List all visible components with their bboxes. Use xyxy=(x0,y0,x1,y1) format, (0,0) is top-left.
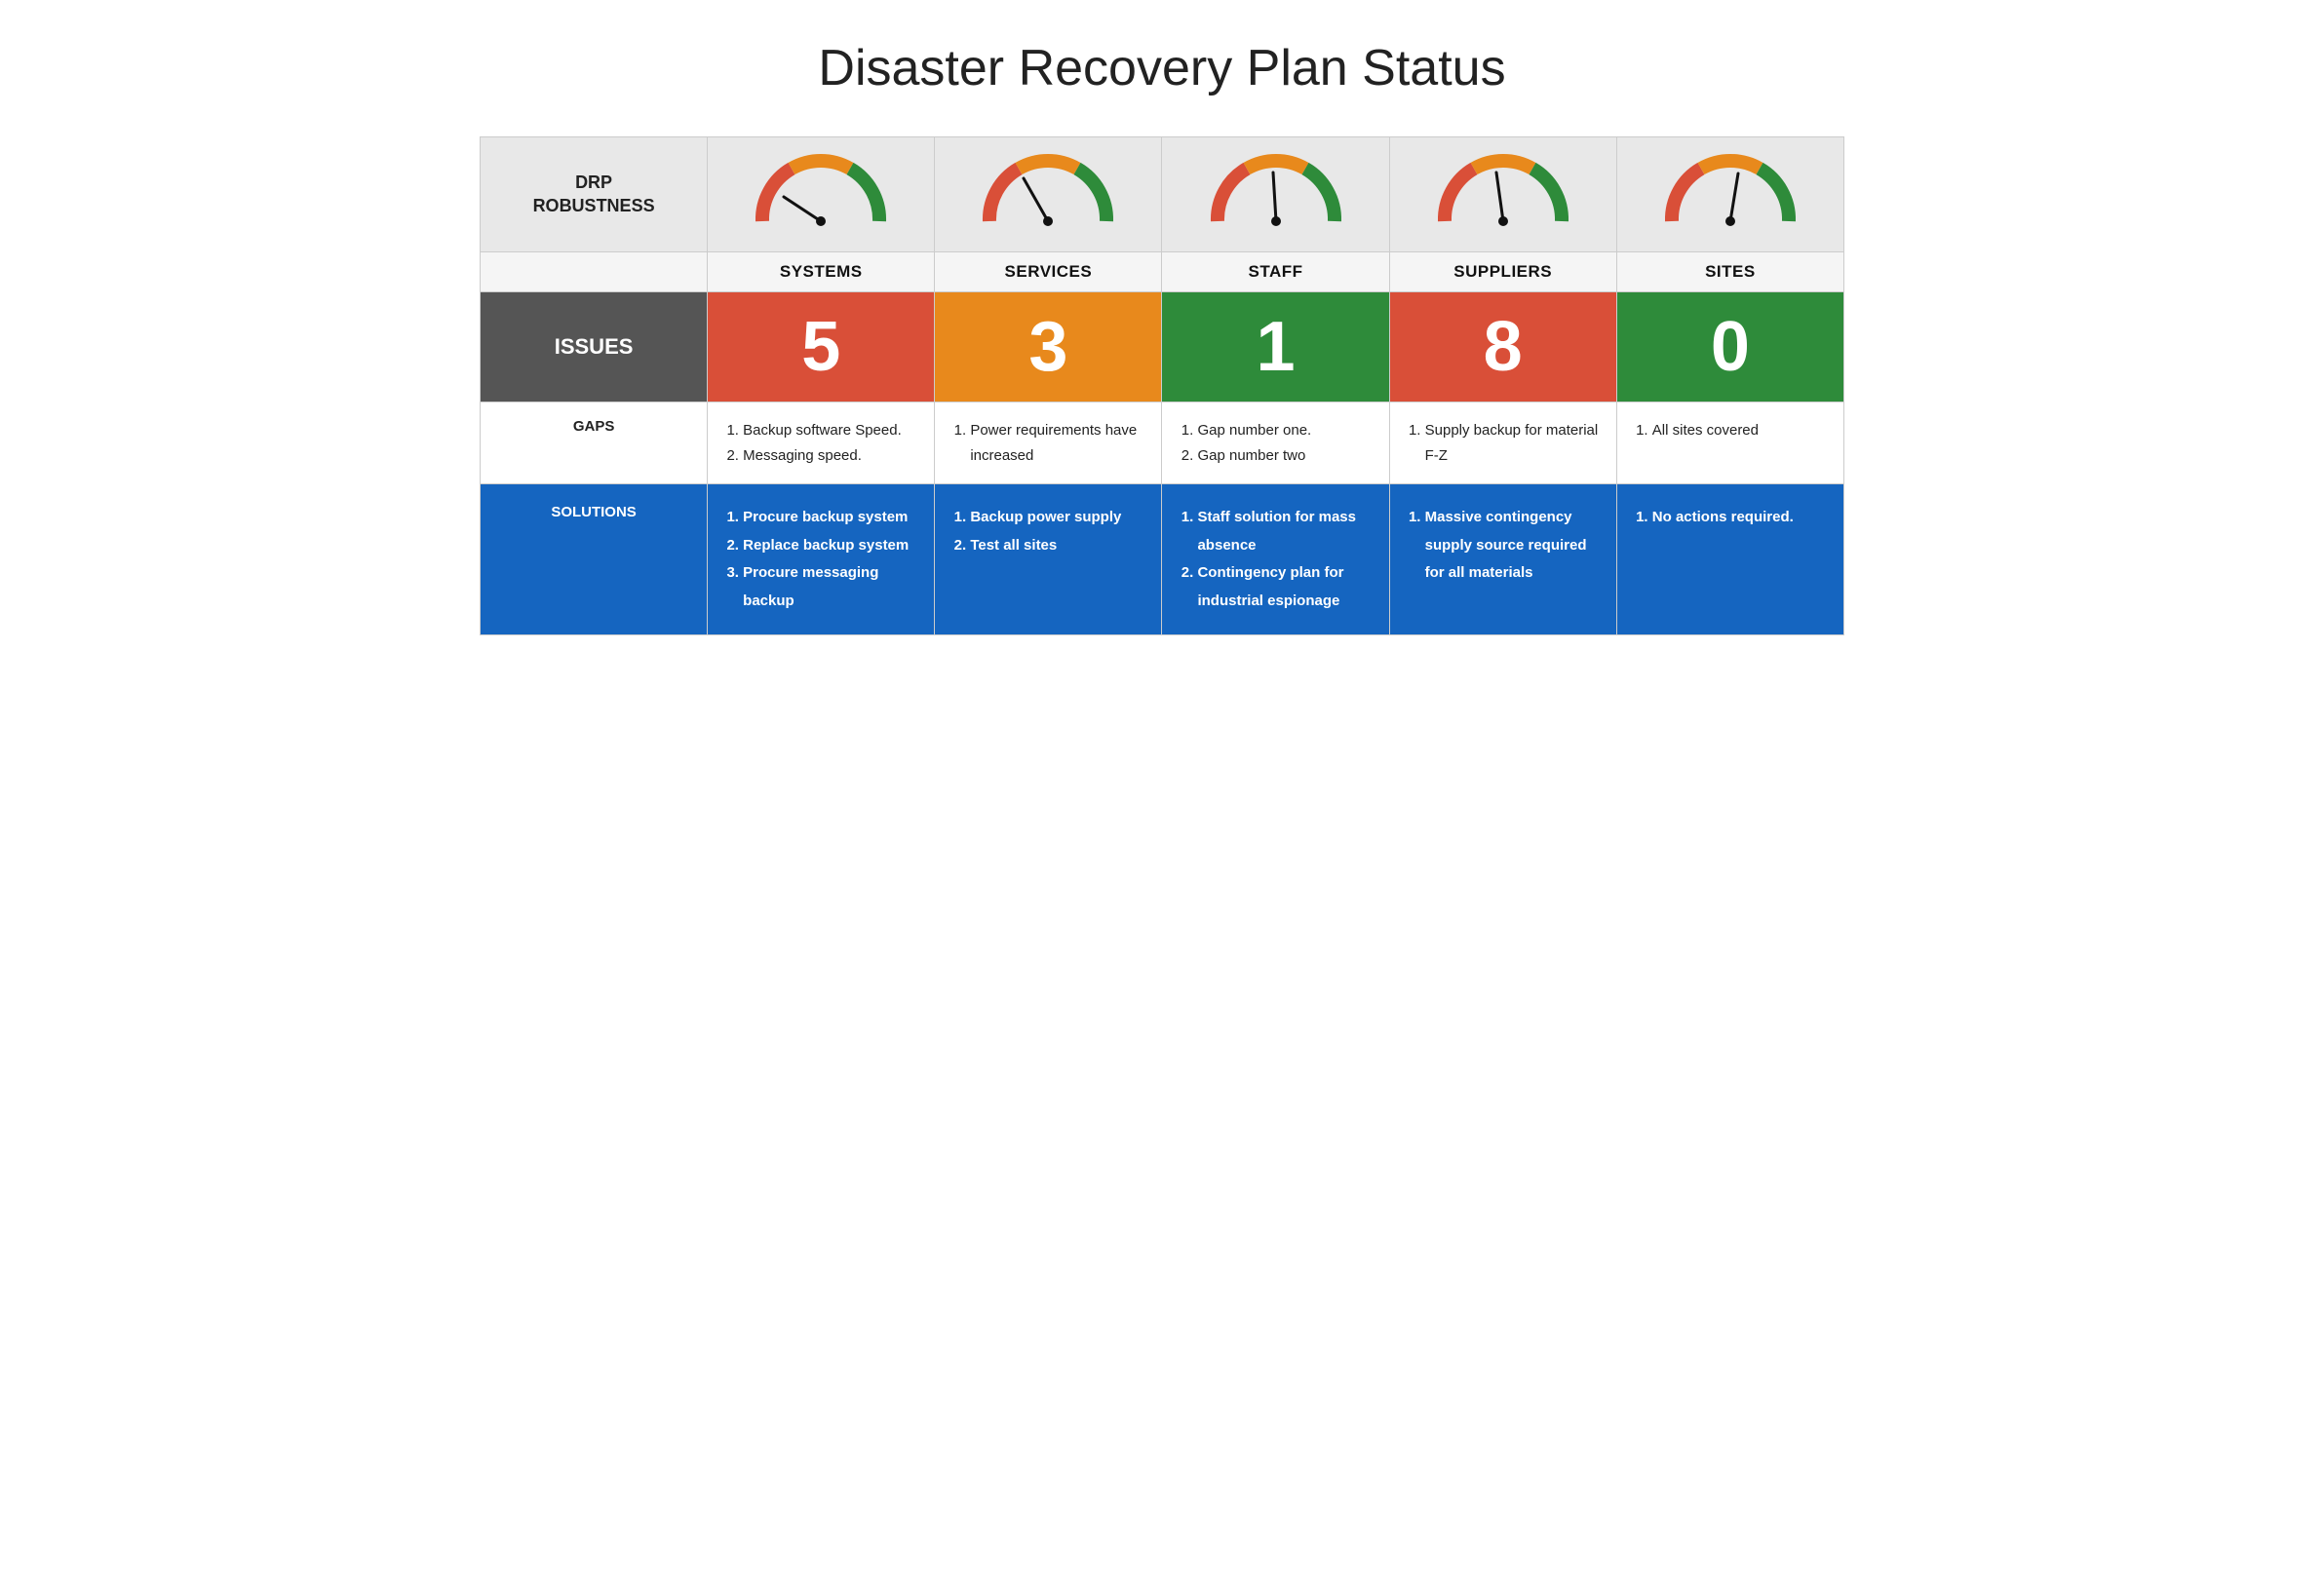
issues-suppliers: 8 xyxy=(1389,292,1616,402)
gaps-services-list: Power requirements have increased xyxy=(950,418,1145,468)
main-table: DRPROBUSTNESS xyxy=(480,136,1844,635)
gaps-suppliers: Supply backup for material F-Z xyxy=(1389,402,1616,484)
issues-row: ISSUES 5 3 1 8 0 xyxy=(481,292,1844,402)
list-item: Staff solution for mass absence xyxy=(1197,504,1373,559)
gauge-staff xyxy=(1162,137,1389,252)
solutions-sites-list: No actions required. xyxy=(1633,504,1828,532)
solutions-staff: Staff solution for mass absence Continge… xyxy=(1162,484,1389,635)
gaps-services: Power requirements have increased xyxy=(935,402,1162,484)
solutions-services: Backup power supply Test all sites xyxy=(935,484,1162,635)
list-item: Procure backup system xyxy=(743,504,918,532)
solutions-systems: Procure backup system Replace backup sys… xyxy=(708,484,935,635)
list-item: Massive contingency supply source requir… xyxy=(1425,504,1601,588)
gaps-label: GAPS xyxy=(481,402,708,484)
list-item: No actions required. xyxy=(1652,504,1828,532)
gauge-sites xyxy=(1616,137,1843,252)
gaps-row: GAPS Backup software Speed. Messaging sp… xyxy=(481,402,1844,484)
list-item: Backup software Speed. xyxy=(743,418,918,443)
gaps-staff-list: Gap number one. Gap number two xyxy=(1178,418,1373,468)
page-title: Disaster Recovery Plan Status xyxy=(818,39,1505,97)
list-item: Power requirements have increased xyxy=(970,418,1145,468)
gaps-systems: Backup software Speed. Messaging speed. xyxy=(708,402,935,484)
gaps-staff: Gap number one. Gap number two xyxy=(1162,402,1389,484)
column-headers-row: SYSTEMS SERVICES STAFF SUPPLIERS SITES xyxy=(481,252,1844,292)
issues-services: 3 xyxy=(935,292,1162,402)
solutions-label: SOLUTIONS xyxy=(481,484,708,635)
gauge-systems xyxy=(708,137,935,252)
drp-robustness-row: DRPROBUSTNESS xyxy=(481,137,1844,252)
list-item: All sites covered xyxy=(1652,418,1828,443)
solutions-suppliers: Massive contingency supply source requir… xyxy=(1389,484,1616,635)
list-item: Backup power supply xyxy=(970,504,1145,532)
solutions-services-list: Backup power supply Test all sites xyxy=(950,504,1145,559)
gaps-suppliers-list: Supply backup for material F-Z xyxy=(1406,418,1601,468)
gaps-systems-list: Backup software Speed. Messaging speed. xyxy=(723,418,918,468)
issues-systems: 5 xyxy=(708,292,935,402)
header-staff: STAFF xyxy=(1162,252,1389,292)
header-sites: SITES xyxy=(1616,252,1843,292)
solutions-staff-list: Staff solution for mass absence Continge… xyxy=(1178,504,1373,615)
list-item: Gap number one. xyxy=(1197,418,1373,443)
gauge-suppliers xyxy=(1389,137,1616,252)
solutions-sites: No actions required. xyxy=(1616,484,1843,635)
header-systems: SYSTEMS xyxy=(708,252,935,292)
gaps-sites: All sites covered xyxy=(1616,402,1843,484)
issues-sites: 0 xyxy=(1616,292,1843,402)
header-services: SERVICES xyxy=(935,252,1162,292)
solutions-row: SOLUTIONS Procure backup system Replace … xyxy=(481,484,1844,635)
issues-label: ISSUES xyxy=(481,292,708,402)
list-item: Gap number two xyxy=(1197,443,1373,469)
list-item: Replace backup system xyxy=(743,532,918,560)
list-item: Supply backup for material F-Z xyxy=(1425,418,1601,468)
gaps-sites-list: All sites covered xyxy=(1633,418,1828,443)
solutions-systems-list: Procure backup system Replace backup sys… xyxy=(723,504,918,615)
gauge-services xyxy=(935,137,1162,252)
solutions-suppliers-list: Massive contingency supply source requir… xyxy=(1406,504,1601,588)
list-item: Test all sites xyxy=(970,532,1145,560)
drp-label: DRPROBUSTNESS xyxy=(481,137,708,252)
list-item: Contingency plan for industrial espionag… xyxy=(1197,559,1373,615)
list-item: Procure messaging backup xyxy=(743,559,918,615)
header-suppliers: SUPPLIERS xyxy=(1389,252,1616,292)
list-item: Messaging speed. xyxy=(743,443,918,469)
issues-staff: 1 xyxy=(1162,292,1389,402)
header-empty xyxy=(481,252,708,292)
